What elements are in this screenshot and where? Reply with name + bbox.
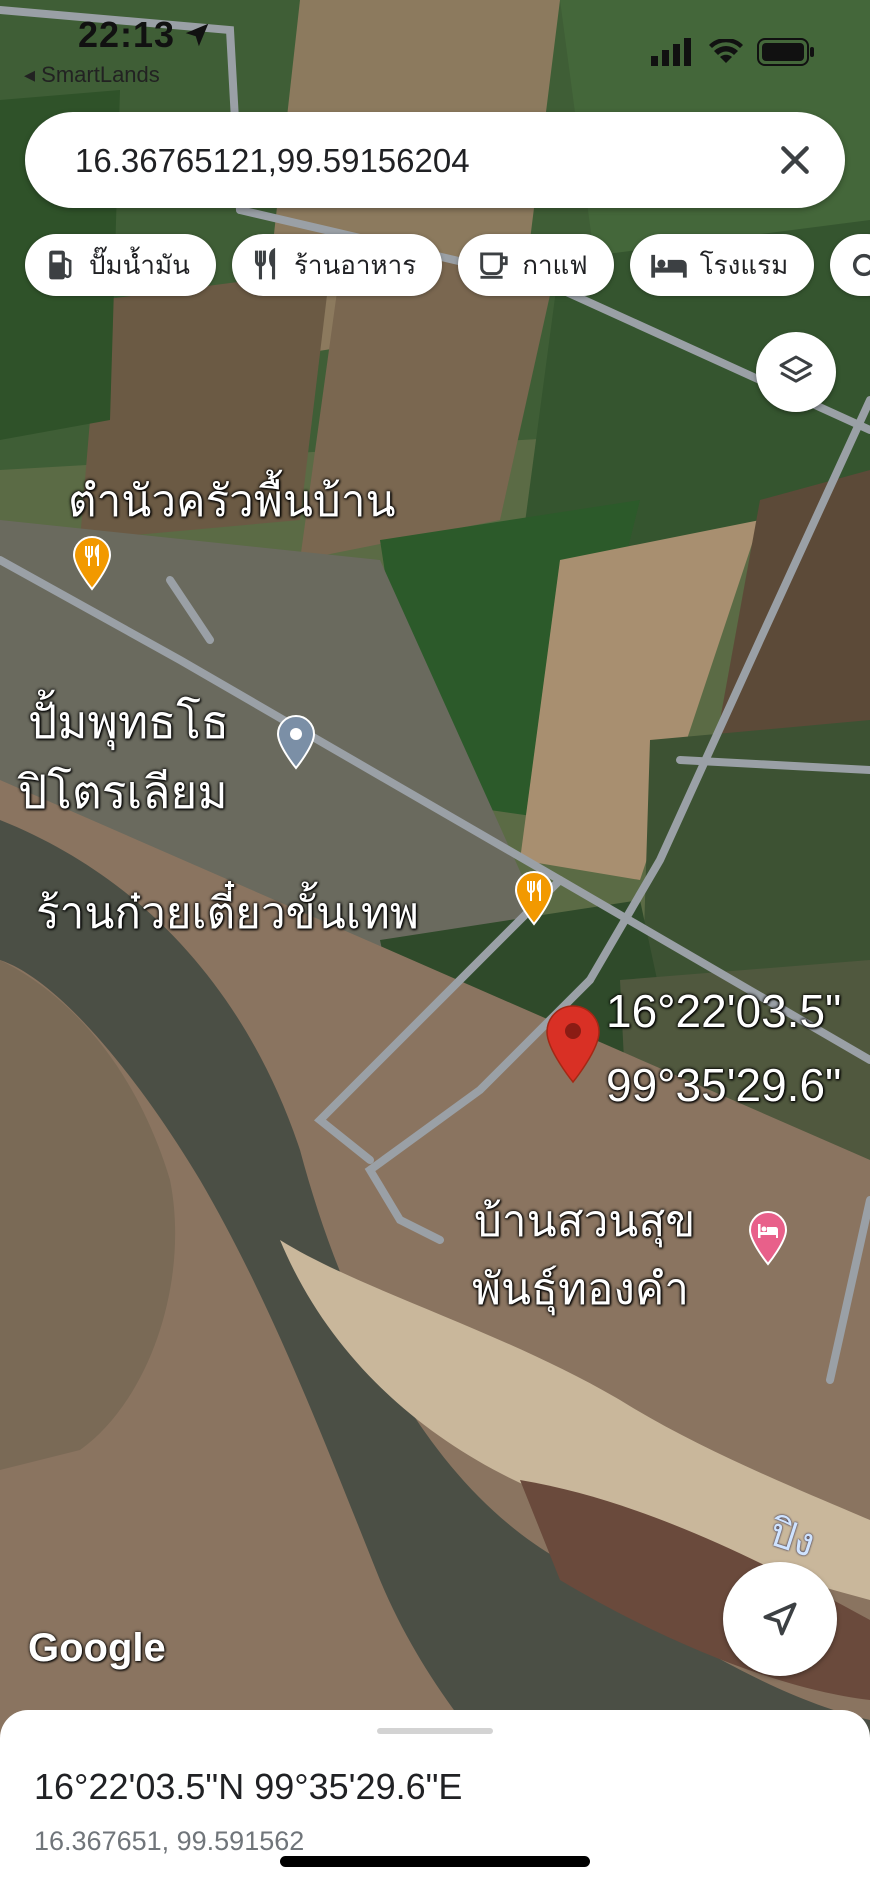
place-label-gas-2[interactable]: ปิโตรเลียม — [18, 756, 228, 829]
layers-button[interactable] — [756, 332, 836, 412]
drag-handle[interactable] — [377, 1728, 493, 1734]
status-bar: 22:13 ◂ SmartLands — [0, 0, 870, 87]
place-label-restaurant-2[interactable]: ร้านก๋วยเตี๋ยวขั้นเทพ — [36, 878, 419, 948]
back-to-app-link[interactable]: ◂ SmartLands — [24, 62, 160, 88]
chip-label: ปั๊มน้ำมัน — [89, 250, 190, 281]
pin-label-lat: 16°22'03.5" — [606, 985, 842, 1037]
category-chips: ปั๊มน้ำมัน ร้านอาหาร กาแฟ โรงแรม — [25, 234, 870, 296]
layers-icon — [779, 355, 813, 383]
place-label-hotel-1[interactable]: บ้านสวนสุข — [474, 1186, 695, 1256]
dropped-pin-icon[interactable] — [544, 1004, 602, 1084]
home-indicator[interactable] — [280, 1856, 590, 1867]
chip-label: กาแฟ — [522, 250, 588, 281]
chip-hotel[interactable]: โรงแรม — [629, 234, 815, 296]
chip-label: ร้านอาหาร — [293, 250, 417, 281]
location-arrow-icon — [185, 23, 209, 47]
chip-gas-station[interactable]: ปั๊มน้ำมัน — [25, 234, 216, 296]
search-input[interactable] — [73, 112, 727, 210]
place-label-gas-1[interactable]: ปั้มพุทธโธ — [28, 686, 229, 759]
google-attribution: Google — [28, 1626, 166, 1670]
restaurant-icon — [254, 248, 276, 280]
cellular-signal-icon — [651, 38, 691, 66]
chip-coffee[interactable]: กาแฟ — [458, 234, 614, 296]
gas-station-icon — [49, 250, 72, 280]
status-time: 22:13 — [78, 14, 176, 55]
coordinates-decimal: 16.367651, 99.591562 — [34, 1826, 305, 1856]
gear-icon — [853, 253, 870, 277]
chip-label: โรงแรม — [699, 250, 789, 281]
coordinates-dms: 16°22'03.5"N 99°35'29.6"E — [34, 1766, 463, 1807]
hotel-pin-icon[interactable] — [748, 1210, 788, 1266]
pin-label-lng: 99°35'29.6" — [606, 1059, 842, 1111]
place-label-restaurant-1[interactable]: ตำนัวครัวพื้นบ้าน — [68, 466, 396, 536]
my-location-button[interactable] — [723, 1562, 837, 1676]
place-label-hotel-2[interactable]: พันธุ์ทองคำ — [472, 1254, 689, 1324]
close-icon[interactable] — [775, 140, 815, 180]
wifi-icon — [709, 39, 743, 63]
restaurant-pin-icon[interactable] — [514, 870, 554, 926]
battery-icon — [757, 38, 814, 66]
chip-restaurant[interactable]: ร้านอาหาร — [231, 234, 443, 296]
hotel-icon — [650, 254, 687, 278]
navigation-arrow-icon — [763, 1602, 797, 1636]
search-bar[interactable] — [25, 112, 845, 210]
coffee-icon — [480, 252, 508, 279]
gas-station-pin-icon[interactable] — [276, 714, 316, 770]
restaurant-pin-icon[interactable] — [72, 535, 112, 591]
chip-more[interactable] — [830, 234, 870, 296]
